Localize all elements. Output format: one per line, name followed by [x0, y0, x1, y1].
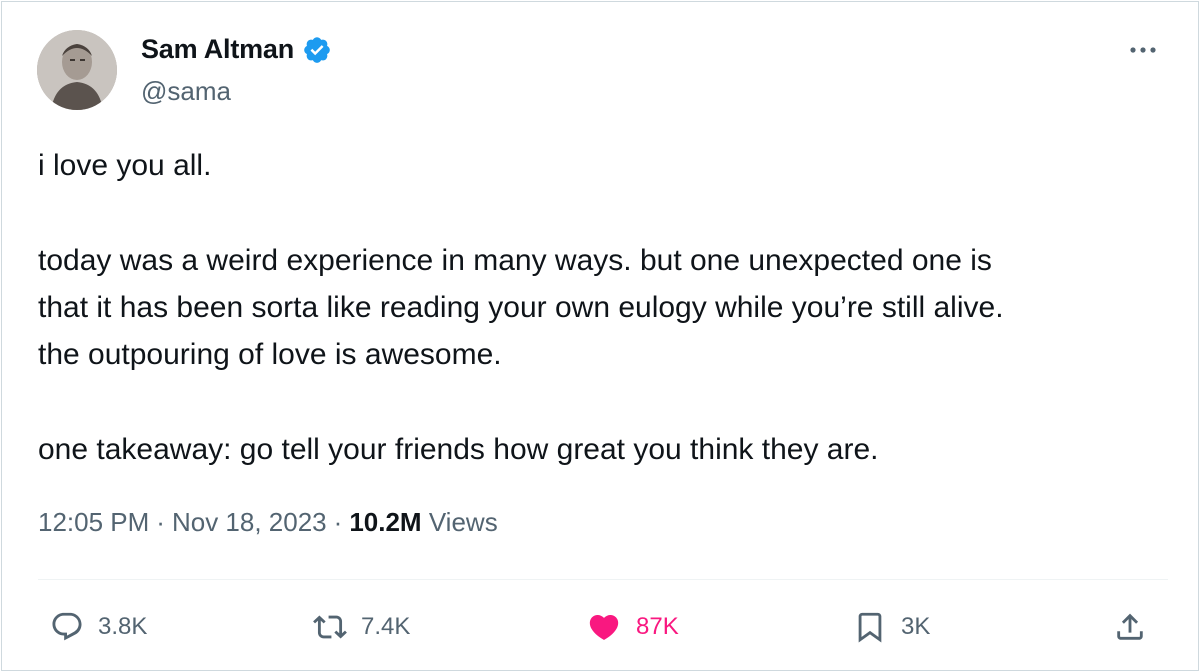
- like-button[interactable]: 87K: [586, 602, 679, 652]
- author-handle[interactable]: @sama: [141, 76, 231, 107]
- views-label: Views: [428, 507, 498, 537]
- retweet-button[interactable]: 7.4K: [313, 602, 410, 652]
- tweet-line: today was a weird experience in many way…: [38, 244, 992, 277]
- reply-button[interactable]: 3.8K: [50, 602, 147, 652]
- reply-icon: [52, 612, 82, 641]
- divider: [38, 579, 1168, 580]
- bookmark-icon: [858, 612, 882, 643]
- tweet-line: that it has been sorta like reading your…: [38, 291, 1004, 324]
- tweet-time[interactable]: 12:05 PM: [38, 507, 149, 538]
- action-bar: 3.8K 7.4K 87K 3K: [38, 602, 1168, 652]
- tweet-meta: 12:05 PM · Nov 18, 2023 · 10.2M Views: [38, 507, 498, 538]
- avatar-photo: [37, 30, 117, 110]
- author-row: Sam Altman: [141, 34, 332, 65]
- reply-count: 3.8K: [98, 613, 148, 640]
- tweet-line: one takeaway: go tell your friends how g…: [38, 433, 879, 466]
- more-options-icon[interactable]: [1128, 40, 1158, 60]
- tweet-text: i love you all. today was a weird experi…: [38, 142, 1168, 473]
- heart-icon: [589, 614, 619, 640]
- views[interactable]: 10.2M Views: [349, 507, 497, 538]
- retweet-count: 7.4K: [361, 613, 411, 640]
- meta-separator: ·: [156, 507, 165, 537]
- author-name[interactable]: Sam Altman: [141, 34, 294, 65]
- bookmark-count: 3K: [901, 613, 931, 640]
- tweet-date[interactable]: Nov 18, 2023: [172, 507, 327, 538]
- bookmark-button[interactable]: 3K: [853, 602, 930, 652]
- like-count: 87K: [636, 613, 679, 640]
- share-button[interactable]: [1113, 602, 1147, 652]
- tweet-line: i love you all.: [38, 149, 212, 182]
- avatar[interactable]: [37, 30, 117, 110]
- retweet-icon: [313, 615, 347, 639]
- views-count: 10.2M: [349, 507, 422, 537]
- tweet-card: Sam Altman @sama i love you all. today w…: [1, 1, 1199, 671]
- verified-badge-icon[interactable]: [302, 35, 332, 65]
- tweet-line: the outpouring of love is awesome.: [38, 338, 502, 371]
- share-icon: [1117, 613, 1143, 640]
- meta-separator: ·: [333, 507, 343, 537]
